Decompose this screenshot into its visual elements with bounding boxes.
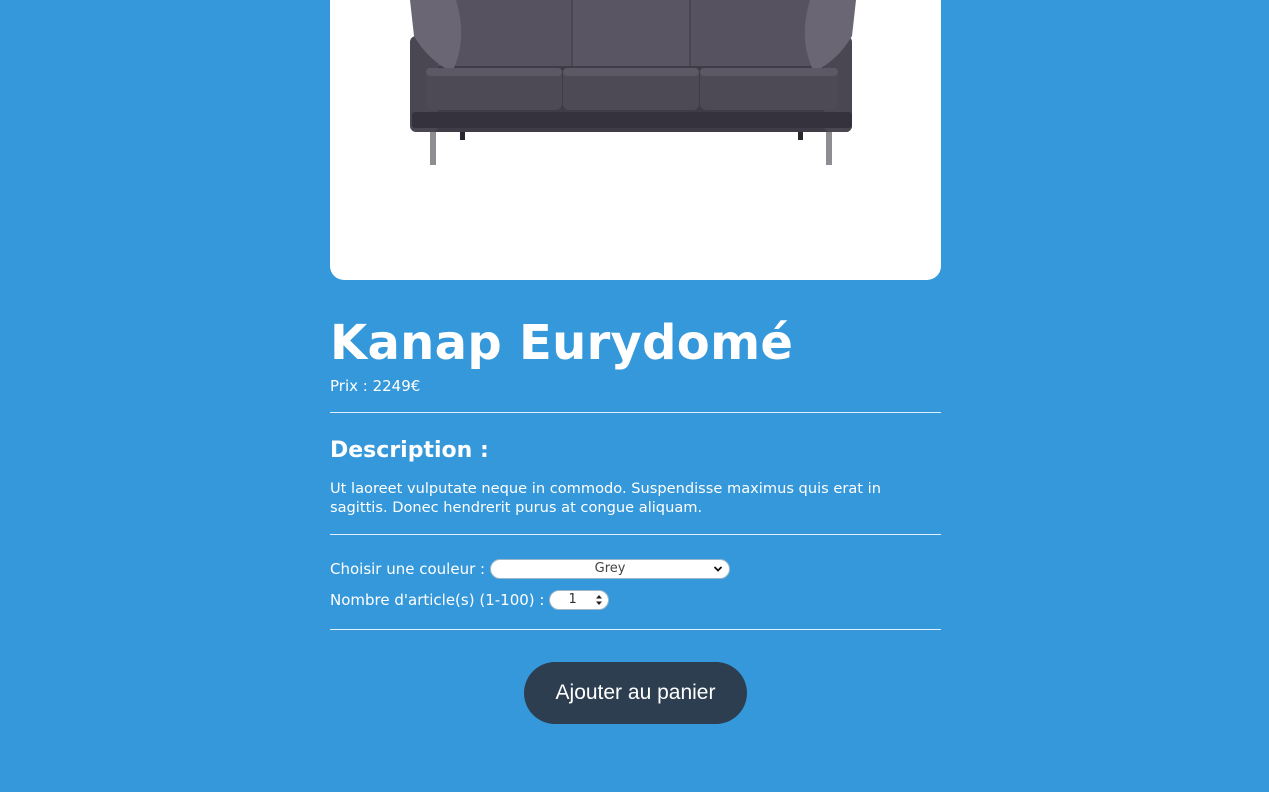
description-text: Ut laoreet vulputate neque in commodo. S… <box>330 480 881 516</box>
divider <box>330 412 941 413</box>
chevron-down-icon <box>713 563 723 575</box>
product-image-card <box>330 0 941 280</box>
color-select[interactable]: Grey <box>490 559 731 579</box>
color-label: Choisir une couleur : <box>330 560 486 578</box>
product-price: Prix : 2249€ <box>330 376 941 396</box>
description-heading: Description : <box>330 438 489 463</box>
color-selected-value: Grey <box>594 561 626 576</box>
spinner-arrows-icon[interactable] <box>594 593 604 607</box>
price-label: Prix : <box>330 377 373 395</box>
quantity-value: 1 <box>568 592 577 607</box>
quantity-stepper[interactable]: 1 <box>549 590 610 610</box>
divider <box>330 534 941 535</box>
price-value: 2249 <box>372 377 411 395</box>
divider <box>330 629 941 630</box>
product-page: Kanap Eurydomé Prix : 2249€ Description … <box>330 0 941 724</box>
sofa-image <box>410 0 856 165</box>
add-to-cart-container: Ajouter au panier <box>330 662 941 724</box>
quantity-option-row: Nombre d'article(s) (1-100) : 1 <box>330 590 941 610</box>
add-to-cart-button[interactable]: Ajouter au panier <box>524 662 747 724</box>
price-currency: € <box>410 377 421 395</box>
quantity-label: Nombre d'article(s) (1-100) : <box>330 591 545 609</box>
color-option-row: Choisir une couleur : Grey <box>330 559 941 579</box>
product-title: Kanap Eurydomé <box>330 315 794 371</box>
